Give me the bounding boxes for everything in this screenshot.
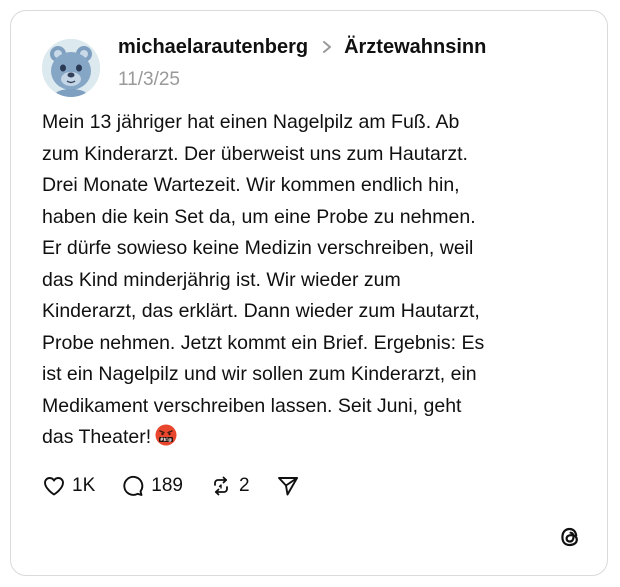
post-card[interactable]: michaelarautenberg Ärztewahnsinn 11/3/25… (10, 10, 608, 576)
post-date[interactable]: 11/3/25 (118, 69, 180, 91)
post-header: michaelarautenberg Ärztewahnsinn (118, 33, 486, 61)
post-text-line: das Kind minderjährig ist. Wir wieder zu… (42, 268, 401, 291)
threads-logo-icon[interactable] (557, 524, 583, 550)
like-button[interactable]: 1K (42, 474, 95, 498)
reply-button[interactable]: 189 (121, 474, 183, 498)
post-text-line: zum Kinderarzt. Der überweist uns zum Ha… (42, 142, 468, 165)
repost-icon (214, 476, 228, 496)
post-text-line: Drei Monate Wartezeit. Wir kommen endlic… (42, 174, 460, 196)
post-text: Mein 13 jähriger hat einen Nagelpilz am … (42, 107, 582, 454)
like-count: 1K (72, 475, 96, 496)
send-icon (277, 477, 298, 496)
post-text-line: das Theater! (42, 426, 152, 448)
post-text-line: ist ein Nagelpilz und wir sollen zum Kin… (42, 363, 477, 385)
community-link[interactable]: Ärztewahnsinn (344, 36, 486, 59)
reply-count: 189 (151, 475, 183, 496)
emoji-censor-text: #$!@ (160, 437, 172, 442)
share-button[interactable] (276, 474, 300, 498)
chevron-right-icon (323, 41, 332, 53)
post-text-line: Medikament verschreiben lassen. Seit Jun… (42, 394, 462, 417)
post-text-line: haben die kein Set da, um eine Probe zu … (42, 205, 476, 228)
blue-bear-avatar-icon (42, 39, 100, 97)
post-text-line: Kinderarzt, das erklärt. Dann wieder zum… (42, 300, 480, 322)
comment-bubble-icon (123, 475, 144, 496)
repost-button[interactable]: 2 (209, 474, 250, 498)
post-text-line: Er dürfe sowieso keine Medizin verschrei… (42, 237, 474, 259)
avatar[interactable] (42, 39, 100, 97)
post-actions: 1K 189 2 (42, 471, 326, 501)
repost-count: 2 (238, 475, 250, 496)
post-text-line: Probe nehmen. Jetzt kommt ein Brief. Erg… (42, 331, 485, 354)
heart-icon (44, 477, 64, 496)
angry-cursing-emoji-icon: #$!@ (155, 424, 177, 446)
post-text-line-last: das Theater! #$!@ (42, 422, 582, 454)
post-text-line: Mein 13 jähriger hat einen Nagelpilz am … (42, 111, 460, 133)
username-link[interactable]: michaelarautenberg (118, 36, 308, 59)
